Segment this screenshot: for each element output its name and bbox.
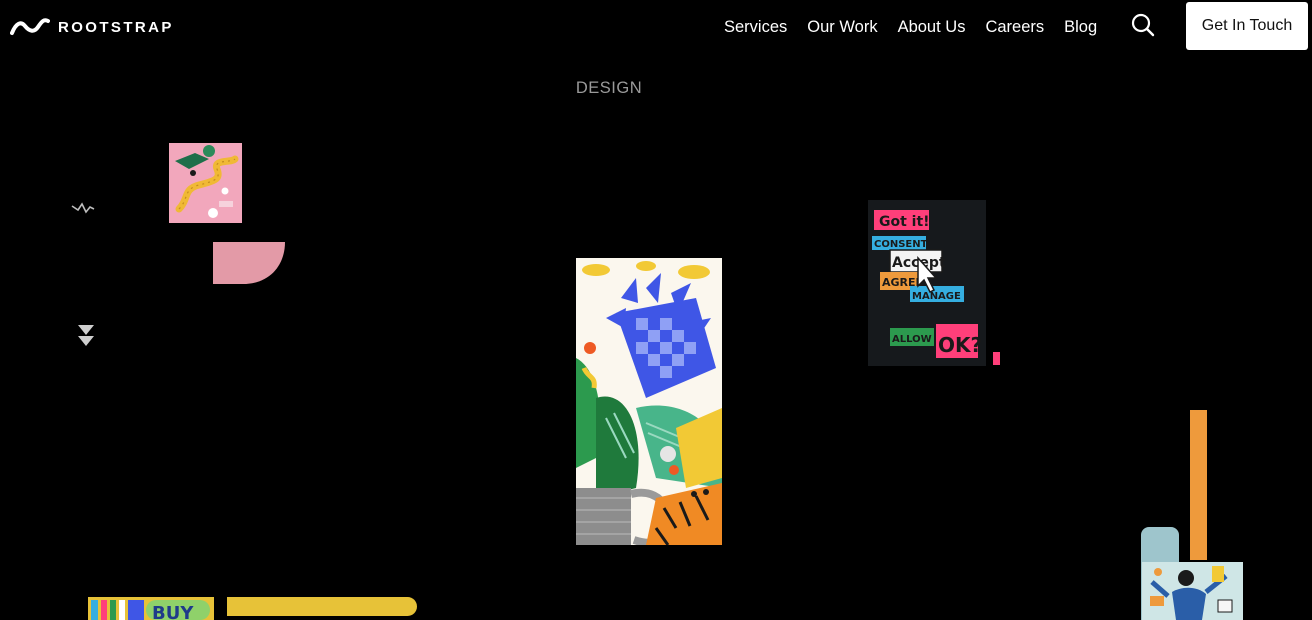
logo-text: ROOTSTRAP	[58, 18, 174, 36]
buy-strip-illustration[interactable]: BUY	[88, 597, 214, 620]
consent-consent-label: CONSENT	[874, 239, 928, 250]
yellow-pill-shape	[227, 597, 417, 616]
site-header: ROOTSTRAP Services Our Work About Us Car…	[0, 0, 1312, 54]
rootstrap-logo[interactable]: ROOTSTRAP	[10, 14, 174, 40]
double-chevron-down-icon	[76, 323, 96, 349]
nav-about-us[interactable]: About Us	[898, 18, 966, 37]
pink-quarter-shape	[213, 242, 285, 284]
buy-label: BUY	[152, 603, 194, 620]
get-in-touch-button[interactable]: Get In Touch	[1186, 2, 1308, 50]
rootstrap-wave-icon	[10, 18, 50, 35]
nav-our-work[interactable]: Our Work	[807, 18, 877, 37]
nav-careers[interactable]: Careers	[985, 18, 1044, 37]
search-button[interactable]	[1130, 12, 1156, 38]
main-nav: Services Our Work About Us Careers Blog	[714, 14, 1107, 40]
page: ROOTSTRAP Services Our Work About Us Car…	[0, 0, 1312, 620]
nav-blog[interactable]: Blog	[1064, 18, 1097, 37]
pink-small-bar	[993, 352, 1000, 365]
consent-allow-label: ALLOW	[892, 334, 932, 345]
people-illustration-tile[interactable]	[1142, 562, 1243, 620]
squiggle-icon	[70, 200, 98, 216]
plant-poster-illustration[interactable]	[576, 258, 722, 545]
orange-tall-bar	[1190, 410, 1207, 560]
consent-ok-label: OK?	[938, 333, 982, 357]
consent-card-illustration[interactable]: Got it! CONSENT Accept AGREE MANAGE ALLO…	[868, 200, 986, 366]
consent-manage-label: MANAGE	[912, 291, 961, 302]
section-label: DESIGN	[575, 79, 643, 97]
nav-services[interactable]: Services	[724, 18, 787, 37]
search-icon	[1131, 13, 1155, 37]
consent-got-it-label: Got it!	[879, 214, 930, 230]
pink-illustration-tile[interactable]	[169, 143, 242, 223]
